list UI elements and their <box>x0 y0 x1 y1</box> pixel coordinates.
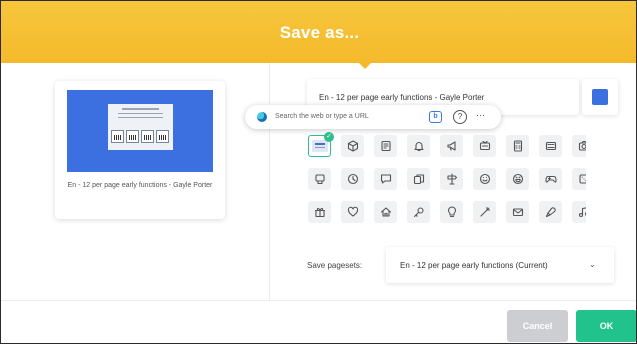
pagesets-value: En - 12 per page early functions (Curren… <box>400 261 548 270</box>
smile-icon <box>479 173 490 185</box>
thumbnail-cell <box>126 130 139 143</box>
footer-divider <box>1 300 636 301</box>
thumbnail-cell <box>156 130 169 143</box>
pageset-thumbnail <box>67 90 213 172</box>
icon-tile[interactable] <box>572 168 586 190</box>
edge-icon <box>257 112 267 122</box>
search-placeholder: Search the web or type a URL <box>275 113 369 120</box>
laugh-icon <box>512 173 523 185</box>
icon-tile-selected[interactable]: ✓ <box>308 132 334 157</box>
icon-tile[interactable] <box>374 201 397 223</box>
dialog-title: Save as... <box>279 23 360 42</box>
icon-tile[interactable] <box>341 135 364 157</box>
tablet-icon <box>314 174 325 185</box>
check-icon: ✓ <box>324 132 334 142</box>
signpost-icon <box>446 173 457 185</box>
calculator-icon <box>513 140 522 152</box>
thumbnail-sheet <box>108 104 173 150</box>
icon-grid[interactable]: ✓ <box>304 132 586 233</box>
thumbnail-cell <box>141 130 154 143</box>
icon-tile[interactable] <box>407 201 430 223</box>
icon-tile[interactable] <box>308 201 331 223</box>
dice-icon <box>578 174 586 184</box>
icon-tile[interactable] <box>341 168 364 190</box>
icon-tile[interactable] <box>440 201 463 223</box>
pagesets-select[interactable]: En - 12 per page early functions (Curren… <box>386 247 614 283</box>
thumbnail-line <box>118 113 163 114</box>
thumbnail-line <box>122 108 159 110</box>
icon-tile[interactable] <box>407 168 430 190</box>
camera-icon <box>578 140 586 151</box>
icon-tile[interactable] <box>374 135 397 157</box>
save-as-dialog: Save as... En - 12 per page early functi… <box>0 0 637 344</box>
color-picker-button[interactable] <box>582 79 618 115</box>
home-icon <box>380 207 391 217</box>
header-pointer <box>357 61 373 69</box>
icon-tile[interactable] <box>308 168 331 190</box>
icon-tile[interactable] <box>473 135 496 157</box>
bing-icon[interactable]: b <box>429 111 442 123</box>
note-icon <box>380 140 391 152</box>
pageset-name-value: En - 12 per page early functions - Gayle… <box>319 93 485 102</box>
icon-tile[interactable] <box>572 201 586 223</box>
icon-tile[interactable] <box>473 201 496 223</box>
pagesets-label: Save pagesets: <box>307 261 363 270</box>
icon-tile[interactable] <box>506 201 529 223</box>
music-icon <box>578 207 586 217</box>
icon-tile[interactable] <box>506 135 529 157</box>
icon-tile[interactable] <box>374 168 397 190</box>
column-divider <box>269 63 270 301</box>
icon-tile[interactable] <box>539 135 562 157</box>
icon-tile[interactable] <box>539 168 562 190</box>
icon-tile[interactable] <box>506 168 529 190</box>
icon-tile[interactable] <box>539 201 562 223</box>
bell-icon <box>413 142 424 152</box>
cards-icon <box>413 174 424 185</box>
grid-fade <box>304 227 586 237</box>
mail-icon <box>512 208 523 217</box>
cancel-button[interactable]: Cancel <box>507 310 568 342</box>
dialog-header: Save as... <box>1 1 636 63</box>
selected-thumbnail <box>312 140 328 152</box>
tv-icon <box>479 140 490 151</box>
clock-icon <box>347 173 358 185</box>
thumbnail-line <box>118 117 163 118</box>
magic-wand-icon <box>479 206 490 217</box>
lightbulb-icon <box>447 206 456 218</box>
icon-tile[interactable] <box>440 168 463 190</box>
megaphone-icon <box>446 141 456 151</box>
icon-tile[interactable] <box>341 201 364 223</box>
cube-icon <box>347 140 358 152</box>
key-icon <box>413 207 424 218</box>
icon-tile[interactable] <box>440 135 463 157</box>
gift-icon <box>314 207 325 218</box>
thumbnail-cell <box>111 130 124 143</box>
color-swatch <box>592 89 608 105</box>
heart-icon <box>347 206 358 217</box>
icon-tile[interactable] <box>473 168 496 190</box>
more-icon[interactable]: ··· <box>476 110 485 120</box>
preview-name: En - 12 per page early functions - Gayle… <box>67 182 213 189</box>
pageset-preview-card: En - 12 per page early functions - Gayle… <box>55 81 225 219</box>
chat-icon <box>380 174 391 184</box>
icon-tile[interactable] <box>407 135 430 157</box>
icon-tile[interactable] <box>572 135 586 157</box>
ok-button[interactable]: OK <box>576 310 636 342</box>
microphone-icon <box>545 207 556 218</box>
gamepad-icon <box>544 175 557 183</box>
browser-search-bar[interactable]: Search the web or type a URL b ? ··· <box>245 105 501 129</box>
chevron-down-icon: ⌄ <box>589 260 596 269</box>
help-icon[interactable]: ? <box>453 110 467 124</box>
keyboard-icon <box>545 141 556 151</box>
